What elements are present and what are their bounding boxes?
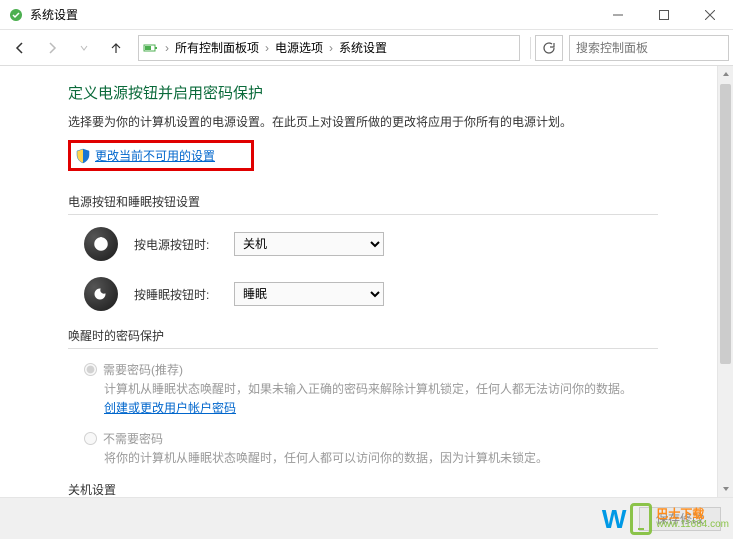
section-heading-shutdown: 关机设置 xyxy=(68,481,658,497)
minimize-button[interactable] xyxy=(595,0,641,30)
navbar: › 所有控制面板项 › 电源选项 › 系统设置 xyxy=(0,30,733,66)
chevron-right-icon: › xyxy=(263,41,271,55)
sleep-button-select[interactable]: 睡眠 xyxy=(234,282,384,306)
chevron-right-icon: › xyxy=(163,41,171,55)
scroll-up-button[interactable] xyxy=(718,66,733,82)
save-button[interactable]: 保存修改 xyxy=(639,507,721,531)
power-button-row: 按电源按钮时: 关机 xyxy=(84,227,658,261)
battery-icon xyxy=(143,40,159,56)
require-password-radio[interactable] xyxy=(84,363,97,376)
footer: 保存修改 xyxy=(0,497,733,539)
section-heading-wake: 唤醒时的密码保护 xyxy=(68,327,658,349)
sleep-button-row: 按睡眠按钮时: 睡眠 xyxy=(84,277,658,311)
highlight-box: 更改当前不可用的设置 xyxy=(68,140,254,171)
sleep-button-label: 按睡眠按钮时: xyxy=(134,286,234,303)
search-box[interactable] xyxy=(569,35,729,61)
breadcrumb[interactable]: › 所有控制面板项 › 电源选项 › 系统设置 xyxy=(138,35,520,61)
scrollbar-thumb[interactable] xyxy=(720,84,731,364)
chevron-right-icon: › xyxy=(327,41,335,55)
require-password-desc: 计算机从睡眠状态唤醒时，如果未输入正确的密码来解除计算机锁定，任何人都无法访问你… xyxy=(104,380,644,418)
nav-back-button[interactable] xyxy=(4,34,36,62)
page-subtitle: 选择要为你的计算机设置的电源设置。在此页上对设置所做的更改将应用于你所有的电源计… xyxy=(68,113,658,130)
breadcrumb-item[interactable]: 系统设置 xyxy=(335,39,391,56)
titlebar: 系统设置 xyxy=(0,0,733,30)
breadcrumb-item[interactable]: 所有控制面板项 xyxy=(171,39,263,56)
content-area: 定义电源按钮并启用密码保护 选择要为你的计算机设置的电源设置。在此页上对设置所做… xyxy=(0,66,733,497)
no-password-radio[interactable] xyxy=(84,432,97,445)
refresh-button[interactable] xyxy=(535,35,563,61)
maximize-button[interactable] xyxy=(641,0,687,30)
no-password-desc: 将你的计算机从睡眠状态唤醒时，任何人都可以访问你的数据，因为计算机未锁定。 xyxy=(104,449,644,468)
nav-dropdown-button[interactable] xyxy=(68,34,100,62)
power-button-label: 按电源按钮时: xyxy=(134,236,234,253)
section-heading-buttons: 电源按钮和睡眠按钮设置 xyxy=(68,193,658,215)
require-password-label: 需要密码(推荐) xyxy=(103,361,183,378)
breadcrumb-item[interactable]: 电源选项 xyxy=(271,39,327,56)
no-password-label: 不需要密码 xyxy=(103,430,163,447)
app-icon xyxy=(8,7,24,23)
power-icon xyxy=(84,227,118,261)
scroll-down-button[interactable] xyxy=(718,481,733,497)
create-password-link[interactable]: 创建或更改用户帐户密码 xyxy=(104,401,236,415)
window-title: 系统设置 xyxy=(30,6,595,23)
change-settings-link[interactable]: 更改当前不可用的设置 xyxy=(95,147,215,164)
close-button[interactable] xyxy=(687,0,733,30)
page-heading: 定义电源按钮并启用密码保护 xyxy=(68,82,658,103)
nav-up-button[interactable] xyxy=(100,34,132,62)
scrollbar[interactable] xyxy=(717,66,733,497)
search-input[interactable] xyxy=(576,41,722,55)
sleep-icon xyxy=(84,277,118,311)
nav-forward-button[interactable] xyxy=(36,34,68,62)
power-button-select[interactable]: 关机 xyxy=(234,232,384,256)
shield-icon xyxy=(75,148,91,164)
